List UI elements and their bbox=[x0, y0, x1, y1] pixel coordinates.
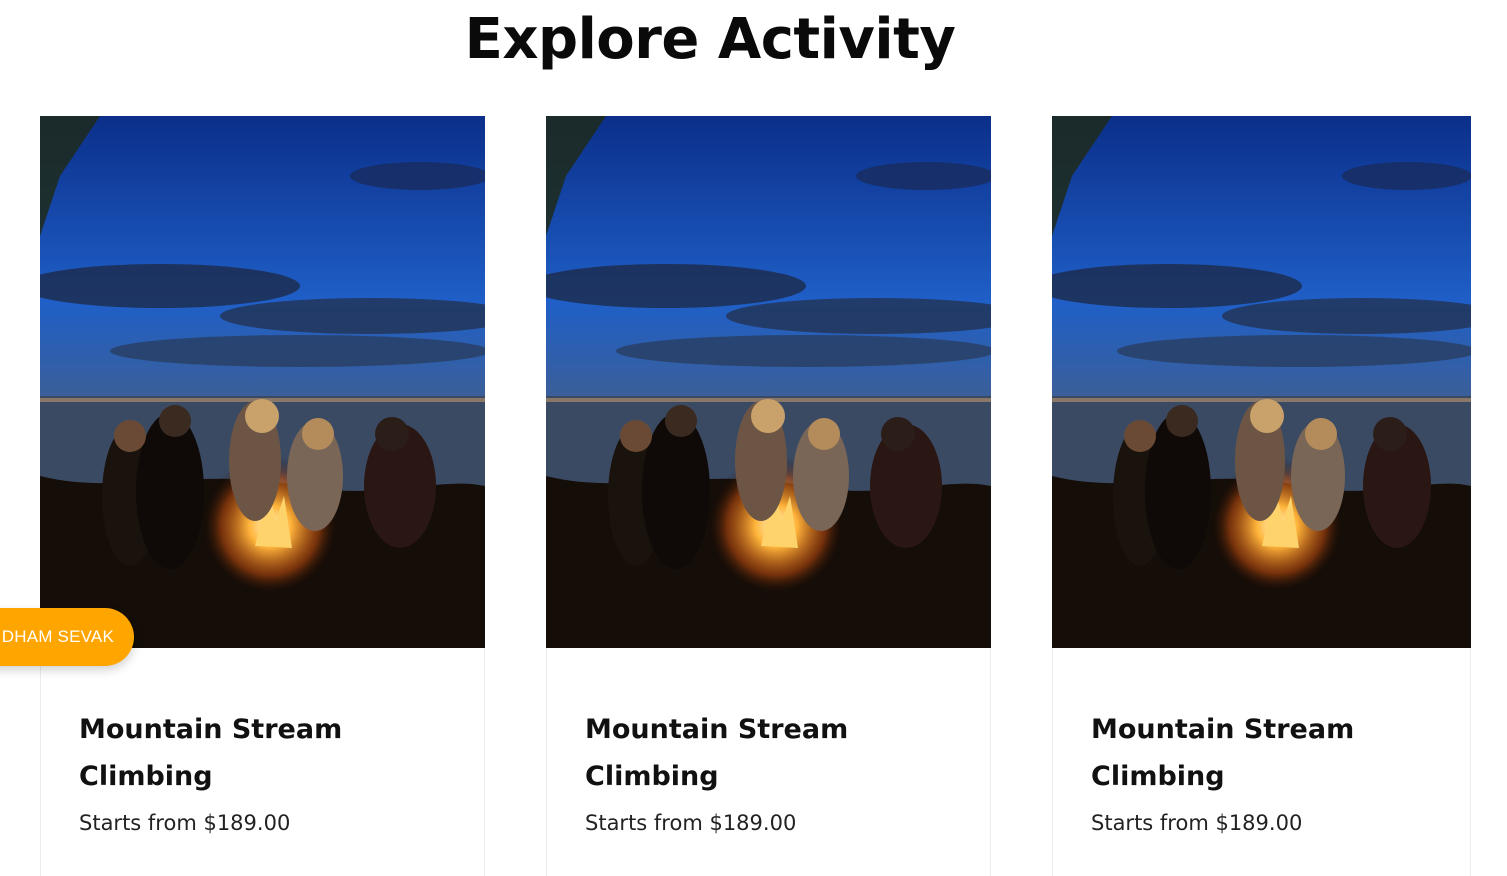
card-title[interactable]: Mountain Stream Climbing bbox=[585, 706, 970, 800]
activity-card[interactable]: Mountain Stream Climbing Starts from $18… bbox=[1052, 116, 1471, 876]
activity-card[interactable]: Mountain Stream Climbing Starts from $18… bbox=[40, 116, 485, 876]
activity-image[interactable] bbox=[546, 116, 991, 648]
card-price: Starts from $189.00 bbox=[79, 811, 291, 835]
page: Explore Activity Mountain Stream Climbin… bbox=[0, 0, 1507, 876]
card-body: Mountain Stream Climbing Starts from $18… bbox=[585, 706, 970, 838]
card-price: Starts from $189.00 bbox=[1091, 811, 1303, 835]
card-body: Mountain Stream Climbing Starts from $18… bbox=[79, 706, 464, 838]
card-title[interactable]: Mountain Stream Climbing bbox=[1091, 706, 1450, 800]
card-price: Starts from $189.00 bbox=[585, 811, 797, 835]
activity-card[interactable]: Mountain Stream Climbing Starts from $18… bbox=[546, 116, 991, 876]
section-title: Explore Activity bbox=[464, 7, 956, 72]
card-title[interactable]: Mountain Stream Climbing bbox=[79, 706, 464, 800]
activity-image[interactable] bbox=[1052, 116, 1471, 648]
floating-badge-button[interactable]: DHAM SEVAK bbox=[0, 608, 134, 666]
floating-badge-label: DHAM SEVAK bbox=[1, 627, 114, 646]
card-body: Mountain Stream Climbing Starts from $18… bbox=[1091, 706, 1450, 838]
activity-image[interactable] bbox=[40, 116, 485, 648]
